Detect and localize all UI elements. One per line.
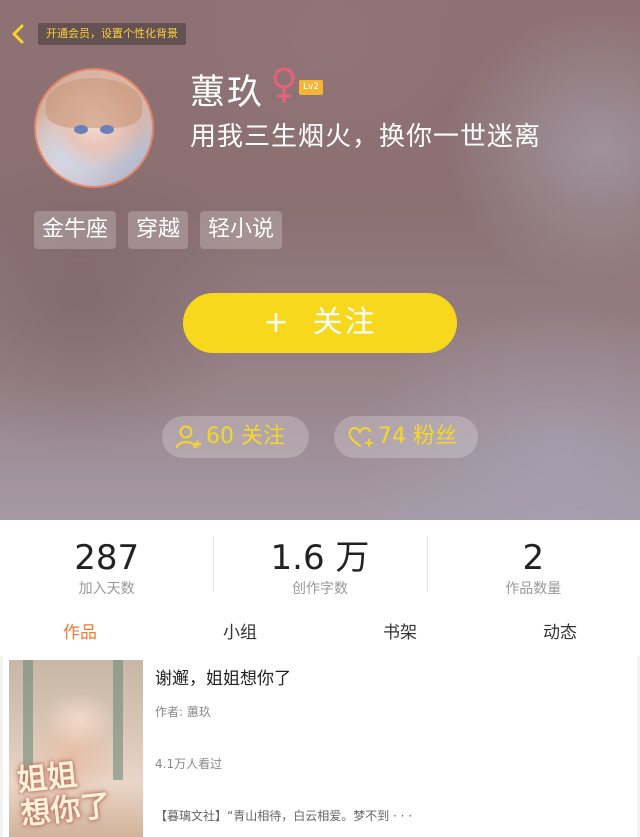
follow-button-label: 关注 (312, 305, 377, 340)
fans-count-button[interactable]: 74 粉丝 (334, 416, 478, 458)
follow-button[interactable]: + 关注 (183, 293, 457, 353)
avatar[interactable] (34, 68, 154, 188)
level-badge: Lv2 (299, 80, 323, 95)
book-cover[interactable]: 姐姐 想你了 (9, 660, 143, 837)
tab-activity[interactable]: 动态 (480, 610, 640, 656)
tag-item[interactable]: 金牛座 (34, 211, 117, 249)
signature: 用我三生烟火，换你一世迷离 (190, 122, 542, 152)
stat-value: 1.6 万 (270, 538, 370, 578)
tab-works[interactable]: 作品 (0, 610, 160, 656)
stat-label: 作品数量 (505, 581, 562, 597)
stats-bar: 287 加入天数 1.6 万 创作字数 2 作品数量 (0, 520, 640, 610)
stat-value: 2 (522, 538, 545, 578)
profile-tabs: 作品 小组 书架 动态 (0, 610, 640, 656)
stat-label: 加入天数 (78, 581, 135, 597)
heart-add-icon (348, 427, 373, 447)
fans-count: 74 粉丝 (378, 424, 457, 449)
work-views: 4.1万人看过 (155, 757, 223, 771)
chevron-left-icon (12, 24, 24, 44)
tag-list: 金牛座 穿越 轻小说 (34, 211, 283, 249)
following-count: 60 关注 (206, 424, 285, 449)
plus-icon: + (263, 305, 291, 340)
work-card[interactable]: 姐姐 想你了 谢邂，姐姐想你了 作者: 蕙玖 4.1万人看过 【暮璃文社】“青山… (3, 656, 637, 837)
tab-bookshelf[interactable]: 书架 (320, 610, 480, 656)
profile-header: 开通会员，设置个性化背景 蕙玖 Lv2 用我三生烟火，换你一世迷离 金牛座 穿越… (0, 0, 640, 520)
works-list: 姐姐 想你了 谢邂，姐姐想你了 作者: 蕙玖 4.1万人看过 【暮璃文社】“青山… (0, 656, 640, 837)
cover-title: 姐姐 想你了 (15, 757, 113, 833)
following-count-button[interactable]: 60 关注 (162, 416, 309, 458)
stat-value: 287 (74, 538, 140, 578)
tab-groups[interactable]: 小组 (160, 610, 320, 656)
stat-word-count: 1.6 万 创作字数 (213, 520, 426, 610)
vip-background-banner[interactable]: 开通会员，设置个性化背景 (38, 23, 186, 45)
stat-join-days: 287 加入天数 (0, 520, 213, 610)
work-author: 作者: 蕙玖 (155, 705, 211, 719)
female-icon (273, 67, 295, 103)
stat-label: 创作字数 (291, 581, 348, 597)
user-add-icon (176, 425, 201, 449)
stat-works-count: 2 作品数量 (426, 520, 640, 610)
back-button[interactable] (4, 20, 32, 48)
tag-item[interactable]: 轻小说 (200, 211, 283, 249)
work-description: 【暮璃文社】“青山相待，白云相爱。梦不到 · · · (155, 809, 413, 823)
tag-item[interactable]: 穿越 (128, 211, 189, 249)
username: 蕙玖 (190, 73, 265, 113)
work-title[interactable]: 谢邂，姐姐想你了 (155, 664, 291, 689)
